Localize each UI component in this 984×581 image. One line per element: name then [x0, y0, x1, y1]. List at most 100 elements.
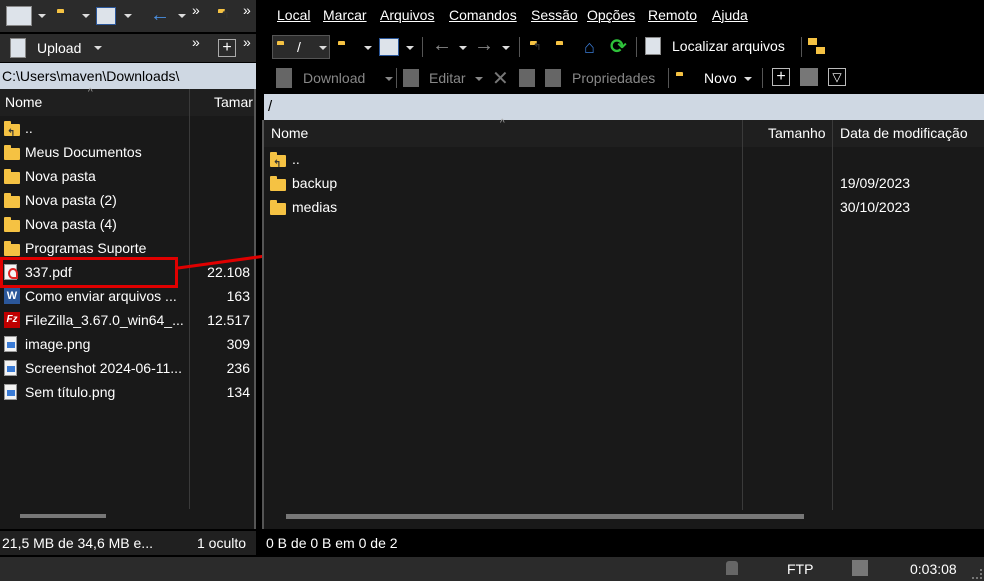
rename-icon[interactable]: [519, 69, 535, 87]
left-path-bar[interactable]: C:\Users\maven\Downloads\: [0, 63, 256, 89]
toolbar-overflow-icon[interactable]: »: [243, 34, 251, 50]
menu-sessao[interactable]: Sessão: [531, 7, 578, 23]
highlight-box: [0, 257, 178, 288]
chevron-down-icon[interactable]: [406, 46, 414, 50]
left-selection-status: 21,5 MB de 34,6 MB e...: [2, 535, 153, 551]
file-name: Nova pasta (4): [25, 216, 117, 232]
filezilla-icon: Fz: [4, 312, 20, 328]
filter-icon[interactable]: [96, 7, 116, 25]
right-file-list[interactable]: Nome ^ Tamanho Data de modificação .. bac…: [262, 118, 984, 529]
left-file-list[interactable]: Nome ^ Tamar .. Meus Documentos Nova pasta…: [0, 87, 256, 529]
toolbar-separator: [422, 37, 423, 57]
upload-icon[interactable]: [10, 38, 26, 58]
modified-date: 19/09/2023: [840, 175, 911, 191]
file-size: 236: [226, 360, 250, 376]
menu-arquivos[interactable]: Arquivos: [380, 7, 434, 23]
name-column-header[interactable]: Nome: [5, 89, 42, 115]
back-arrow-icon[interactable]: ←: [150, 5, 170, 25]
upload-button[interactable]: Upload: [37, 40, 81, 56]
list-item[interactable]: image.png 309: [0, 332, 254, 356]
image-file-icon: [4, 360, 17, 376]
back-arrow-icon[interactable]: ←: [432, 35, 452, 55]
drive-selector-button[interactable]: [6, 6, 32, 26]
chevron-down-icon[interactable]: [38, 14, 46, 18]
right-toolbar-second: Download Editar ✕ Propriedades Novo + ▽: [262, 63, 984, 93]
toolbar-overflow-icon[interactable]: »: [192, 34, 200, 50]
list-item[interactable]: Screenshot 2024-06-11... 236: [0, 356, 254, 380]
file-name: Nova pasta (2): [25, 192, 117, 208]
toolbar-separator: [396, 68, 397, 88]
file-name: image.png: [25, 336, 91, 352]
download-button[interactable]: Download: [303, 70, 365, 86]
filter-mask-button[interactable]: ▽: [828, 68, 846, 86]
forward-arrow-icon[interactable]: →: [474, 35, 494, 55]
menu-marcar[interactable]: Marcar: [323, 7, 367, 23]
list-item[interactable]: Nova pasta: [0, 164, 254, 188]
folder-icon: [4, 145, 20, 160]
right-status-bar: 0 B de 0 B em 0 de 2: [262, 531, 984, 555]
chevron-down-icon[interactable]: [744, 77, 752, 81]
menu-ajuda[interactable]: Ajuda: [712, 7, 748, 23]
chevron-down-icon[interactable]: [502, 46, 510, 50]
lock-icon: [726, 561, 738, 575]
menu-comandos[interactable]: Comandos: [449, 7, 517, 23]
expand-all-button[interactable]: +: [772, 68, 790, 86]
menu-opcoes[interactable]: Opções: [587, 7, 635, 23]
chevron-down-icon[interactable]: [82, 14, 90, 18]
toolbar-overflow-icon[interactable]: »: [192, 2, 200, 18]
chevron-down-icon[interactable]: [364, 46, 372, 50]
chevron-down-icon[interactable]: [319, 46, 327, 50]
hidden-count-status: 1 oculto: [197, 535, 247, 551]
list-item[interactable]: backup 19/09/2023: [264, 171, 984, 195]
file-name: backup: [292, 175, 338, 191]
protocol-status: FTP: [787, 561, 814, 577]
horizontal-scrollbar[interactable]: [286, 514, 804, 519]
new-item-button[interactable]: +: [218, 39, 236, 57]
folder-icon: [4, 169, 20, 184]
file-name: Meus Documentos: [25, 144, 142, 160]
menu-local[interactable]: Local: [277, 7, 310, 23]
toolbar-overflow-icon[interactable]: »: [243, 2, 251, 18]
right-path-text: /: [268, 98, 273, 115]
path-combo[interactable]: /: [272, 35, 330, 59]
chevron-down-icon[interactable]: [385, 77, 393, 81]
modified-column-header[interactable]: Data de modificação: [840, 120, 968, 146]
file-size: 134: [226, 384, 250, 400]
list-item[interactable]: medias 30/10/2023: [264, 195, 984, 219]
refresh-icon[interactable]: ⟳: [610, 34, 627, 59]
filter-icon[interactable]: [379, 38, 399, 56]
queue-icon[interactable]: [808, 38, 826, 56]
home-icon[interactable]: ⌂: [584, 37, 595, 58]
list-item[interactable]: Sem título.png 134: [0, 380, 254, 404]
file-name: ..: [25, 120, 33, 136]
right-path-bar[interactable]: /: [264, 94, 984, 120]
chevron-down-icon[interactable]: [124, 14, 132, 18]
list-item[interactable]: Nova pasta (4): [0, 212, 254, 236]
left-toolbar-second: Upload » + »: [0, 34, 256, 62]
chevron-down-icon[interactable]: [178, 14, 186, 18]
chevron-down-icon[interactable]: [459, 46, 467, 50]
list-item[interactable]: ..: [0, 116, 254, 146]
find-files-button[interactable]: Localizar arquivos: [672, 38, 785, 54]
horizontal-scrollbar[interactable]: [20, 514, 106, 518]
menu-bar: Local Marcar Arquivos Comandos Sessão Op…: [262, 0, 984, 32]
file-name: Nova pasta: [25, 168, 96, 184]
edit-button[interactable]: Editar: [429, 70, 466, 86]
list-item[interactable]: ..: [264, 147, 984, 177]
new-button[interactable]: Novo: [704, 70, 737, 86]
properties-button[interactable]: Propriedades: [572, 70, 655, 86]
list-item[interactable]: Meus Documentos: [0, 140, 254, 164]
list-item[interactable]: Nova pasta (2): [0, 188, 254, 212]
chevron-down-icon[interactable]: [94, 46, 102, 50]
size-column-header[interactable]: Tamanho: [768, 120, 826, 146]
path-combo-value: /: [297, 39, 301, 55]
menu-remoto[interactable]: Remoto: [648, 7, 697, 23]
collapse-all-button[interactable]: [800, 68, 818, 86]
file-name: medias: [292, 199, 338, 215]
delete-icon[interactable]: ✕: [492, 66, 509, 91]
chevron-down-icon[interactable]: [475, 77, 483, 81]
size-column-header[interactable]: Tamar: [214, 89, 254, 115]
list-item[interactable]: Fz FileZilla_3.67.0_win64_... 12.517: [0, 308, 254, 332]
name-column-header[interactable]: Nome: [271, 120, 308, 146]
resize-grip-icon[interactable]: [972, 569, 982, 579]
